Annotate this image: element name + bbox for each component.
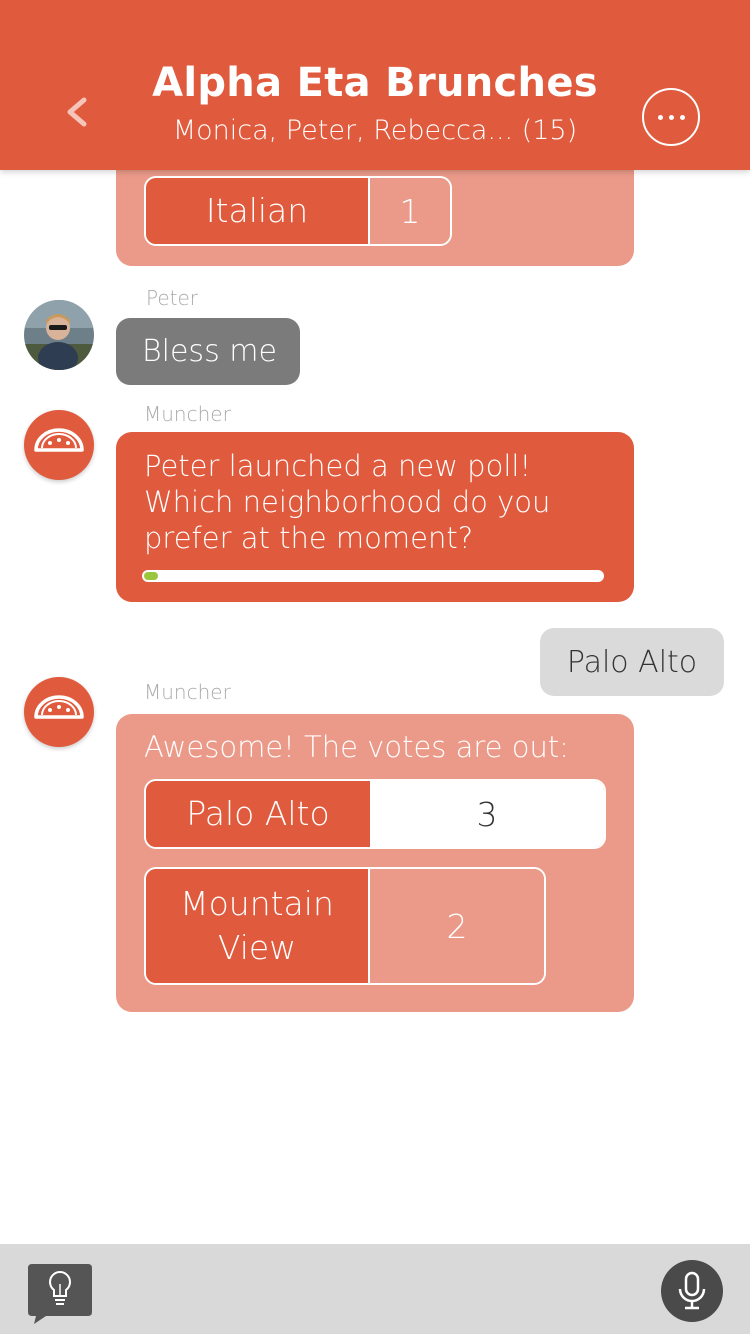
muncher-avatar[interactable]	[24, 677, 94, 747]
message-bubble: Bless me	[116, 318, 300, 385]
chat-header: Alpha Eta Brunches Monica, Peter, Rebecc…	[0, 0, 750, 170]
poll-option-label: Mountain View	[146, 869, 370, 983]
poll-results-card: Awesome! The votes are out: Palo Alto 3 …	[116, 714, 634, 1012]
my-message-bubble: Palo Alto	[540, 628, 724, 696]
poll-progress-bar	[142, 570, 604, 582]
chat-participants[interactable]: Monica, Peter, Rebecca... (15)	[0, 115, 750, 146]
more-options-button[interactable]	[642, 88, 700, 146]
poll-option-palo-alto[interactable]: Palo Alto 3	[144, 779, 606, 849]
poll-option-count: 3	[370, 781, 604, 847]
results-intro-text: Awesome! The votes are out:	[144, 730, 569, 764]
watermelon-logo-icon	[34, 695, 84, 719]
suggestion-button[interactable]	[26, 1262, 94, 1324]
poll-option-count: 2	[370, 869, 544, 983]
chat-title: Alpha Eta Brunches	[152, 60, 598, 106]
sender-name: Muncher	[144, 680, 231, 704]
poll-option-label: Italian	[146, 178, 370, 244]
poll-option-count: 1	[370, 178, 450, 244]
poll-message[interactable]: Peter launched a new poll! Which neighbo…	[116, 432, 634, 602]
user-photo-icon	[24, 300, 94, 370]
poll-option-italian[interactable]: Italian 1	[144, 176, 452, 246]
poll-option-label: Palo Alto	[146, 781, 370, 847]
poll-option-mountain-view[interactable]: Mountain View 2	[144, 867, 546, 985]
microphone-icon	[678, 1271, 706, 1310]
lightbulb-icon	[28, 1264, 92, 1324]
sender-name: Peter	[146, 286, 199, 310]
watermelon-logo-icon	[34, 428, 84, 452]
bottom-toolbar	[0, 1244, 750, 1334]
sender-name: Muncher	[144, 402, 231, 426]
poll-progress-fill	[144, 572, 158, 580]
avatar[interactable]	[24, 300, 94, 370]
poll-question: Peter launched a new poll! Which neighbo…	[144, 449, 551, 555]
muncher-avatar[interactable]	[24, 410, 94, 480]
microphone-button[interactable]	[661, 1260, 723, 1322]
